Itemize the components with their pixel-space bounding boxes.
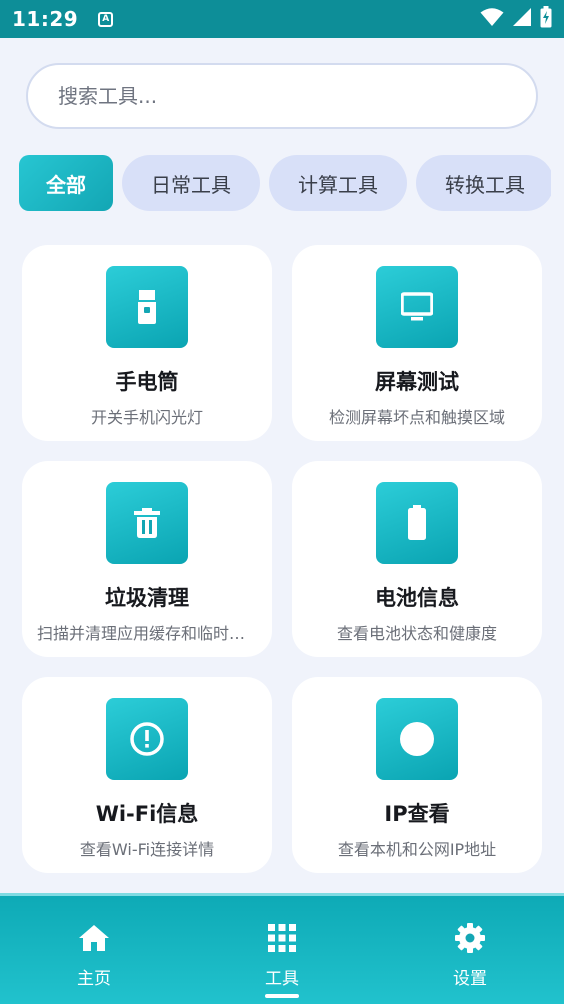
nav-home[interactable]: 主页: [34, 896, 154, 1004]
gear-icon: [454, 922, 486, 954]
tab-calc-tools[interactable]: 计算工具: [269, 155, 407, 211]
tab-convert-tools[interactable]: 转换工具: [416, 155, 551, 211]
search-input[interactable]: [58, 84, 498, 108]
status-time: 11:29: [12, 7, 79, 31]
search-box[interactable]: [26, 63, 538, 129]
trash-icon: [106, 482, 188, 564]
nav-settings-label: 设置: [453, 969, 487, 989]
nav-tools-label: 工具: [265, 969, 299, 989]
monitor-icon: [376, 266, 458, 348]
category-tabs: 全部 日常工具 计算工具 转换工具: [19, 155, 551, 211]
tool-card-ip-lookup[interactable]: IP查看 查看本机和公网IP地址: [292, 677, 542, 873]
tool-title: 屏幕测试: [375, 370, 459, 394]
nav-settings[interactable]: 设置: [410, 896, 530, 1004]
tool-title: 垃圾清理: [105, 586, 189, 610]
tool-title: IP查看: [384, 802, 450, 826]
home-icon: [78, 922, 110, 954]
tool-card-wifi-info[interactable]: Wi-Fi信息 查看Wi-Fi连接详情: [22, 677, 272, 873]
status-icons: [480, 6, 552, 32]
tool-title: 手电筒: [115, 370, 179, 394]
battery-icon: [376, 482, 458, 564]
nav-home-label: 主页: [77, 969, 111, 989]
signal-icon: [512, 7, 532, 31]
tool-card-flashlight[interactable]: 手电筒 开关手机闪光灯: [22, 245, 272, 441]
battery-charging-icon: [540, 6, 552, 32]
circle-icon: [376, 698, 458, 780]
tool-description: 检测屏幕坏点和触摸区域: [328, 408, 505, 427]
wifi-icon: [480, 7, 504, 31]
tab-daily-tools[interactable]: 日常工具: [122, 155, 260, 211]
alert-circle-icon: [106, 698, 188, 780]
tool-description: 查看Wi-Fi连接详情: [79, 840, 215, 859]
tab-all[interactable]: 全部: [19, 155, 113, 211]
tool-title: 电池信息: [375, 586, 459, 610]
a-icon: A: [98, 11, 114, 27]
tool-card-battery-info[interactable]: 电池信息 查看电池状态和健康度: [292, 461, 542, 657]
bottom-nav: 主页 工具 设置: [0, 893, 564, 1004]
nav-tools[interactable]: 工具: [222, 896, 342, 1004]
tool-description: 扫描并清理应用缓存和临时文件: [37, 624, 257, 643]
active-indicator: [265, 994, 299, 998]
status-bar: 11:29 A: [0, 0, 564, 38]
tool-description: 查看电池状态和健康度: [336, 624, 497, 643]
tool-description: 查看本机和公网IP地址: [337, 840, 497, 859]
tool-card-screen-test[interactable]: 屏幕测试 检测屏幕坏点和触摸区域: [292, 245, 542, 441]
tool-description: 开关手机闪光灯: [90, 408, 203, 427]
grid-icon: [268, 922, 296, 954]
tool-card-junk-clean[interactable]: 垃圾清理 扫描并清理应用缓存和临时文件: [22, 461, 272, 657]
tool-title: Wi-Fi信息: [95, 802, 199, 826]
flashlight-icon: [106, 266, 188, 348]
